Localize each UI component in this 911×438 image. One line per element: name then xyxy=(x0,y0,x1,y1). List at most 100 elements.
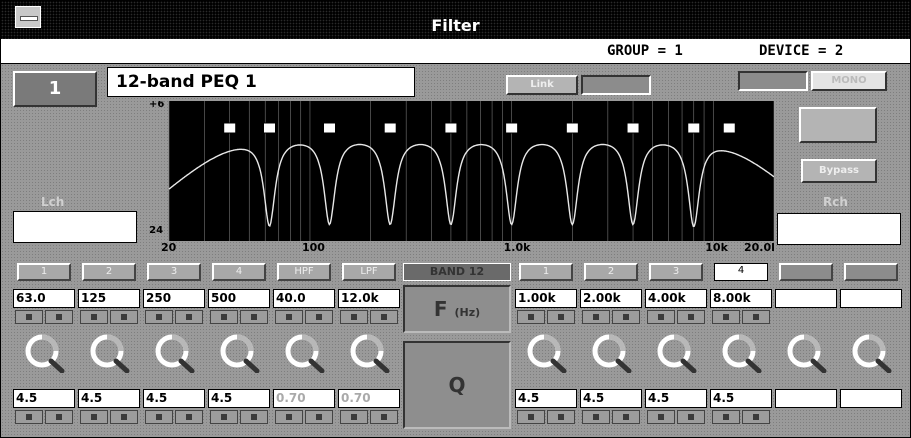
band-marker[interactable] xyxy=(323,122,337,134)
band-select-button[interactable]: 1 xyxy=(17,263,71,281)
q-knob[interactable] xyxy=(588,331,634,374)
q-field[interactable]: 4.5 xyxy=(580,389,642,408)
band-select-button[interactable]: 2 xyxy=(82,263,136,281)
band-marker[interactable] xyxy=(223,122,237,134)
frequency-symbol: F xyxy=(433,297,448,321)
link-button[interactable]: Link xyxy=(506,75,578,95)
left-band-cell: LPF 12.0k 0.70 xyxy=(338,263,400,429)
q-field[interactable] xyxy=(840,389,902,408)
band-select-button[interactable]: 3 xyxy=(649,263,703,281)
frequency-stepper[interactable] xyxy=(78,310,140,324)
frequency-field[interactable]: 500 xyxy=(208,289,270,308)
band-marker[interactable] xyxy=(722,122,736,134)
left-channel-label: Lch xyxy=(41,195,65,209)
q-stepper[interactable] xyxy=(515,410,577,424)
frequency-field[interactable]: 2.00k xyxy=(580,289,642,308)
mono-button[interactable]: MONO xyxy=(811,71,887,91)
frequency-field[interactable]: 4.00k xyxy=(645,289,707,308)
window-title: Filter xyxy=(431,16,480,35)
frequency-stepper[interactable] xyxy=(645,310,707,324)
frequency-stepper[interactable] xyxy=(13,310,75,324)
q-field[interactable]: 4.5 xyxy=(143,389,205,408)
band-select-button[interactable]: 2 xyxy=(584,263,638,281)
band-marker[interactable] xyxy=(444,122,458,134)
band-select-button[interactable] xyxy=(844,263,898,281)
link-toggle-indicator[interactable] xyxy=(581,75,651,95)
q-stepper[interactable] xyxy=(273,410,335,424)
band-marker[interactable] xyxy=(565,122,579,134)
band-marker[interactable] xyxy=(687,122,701,134)
preset-name-field[interactable]: 12-band PEQ 1 xyxy=(107,67,415,97)
frequency-field[interactable]: 63.0 xyxy=(13,289,75,308)
q-field[interactable]: 4.5 xyxy=(515,389,577,408)
frequency-field[interactable]: 12.0k xyxy=(338,289,400,308)
band-select-button[interactable] xyxy=(779,263,833,281)
frequency-unit: (Hz) xyxy=(454,306,481,319)
q-knob[interactable] xyxy=(848,331,894,374)
q-knob[interactable] xyxy=(653,331,699,374)
title-bar: Filter xyxy=(1,1,910,39)
q-knob[interactable] xyxy=(216,331,262,374)
band-marker[interactable] xyxy=(626,122,640,134)
bypass-button[interactable]: Bypass xyxy=(801,159,877,183)
band-marker[interactable] xyxy=(383,122,397,134)
q-field[interactable]: 4.5 xyxy=(78,389,140,408)
q-knob[interactable] xyxy=(718,331,764,374)
band-marker[interactable] xyxy=(262,122,276,134)
stereo-toggle[interactable] xyxy=(738,71,808,91)
q-knob[interactable] xyxy=(281,331,327,374)
q-field[interactable]: 0.70 xyxy=(273,389,335,408)
band-select-button[interactable]: 1 xyxy=(519,263,573,281)
q-knob[interactable] xyxy=(86,331,132,374)
frequency-stepper[interactable] xyxy=(143,310,205,324)
frequency-field[interactable] xyxy=(840,289,902,308)
q-stepper[interactable] xyxy=(13,410,75,424)
q-stepper[interactable] xyxy=(208,410,270,424)
device-readout: DEVICE = 2 xyxy=(759,43,844,59)
eq-response-graph[interactable]: +6 -24 20 100 1.0k 10k 20.0k xyxy=(149,101,774,251)
q-knob[interactable] xyxy=(523,331,569,374)
q-stepper[interactable] xyxy=(580,410,642,424)
band-select-button[interactable]: LPF xyxy=(342,263,396,281)
band-select-button[interactable]: 4 xyxy=(212,263,266,281)
right-band-cell xyxy=(840,263,902,429)
q-field[interactable]: 4.5 xyxy=(710,389,772,408)
q-knob[interactable] xyxy=(783,331,829,374)
group-readout: GROUP = 1 xyxy=(607,43,683,59)
band-select-button[interactable]: 3 xyxy=(147,263,201,281)
band-select-button[interactable]: HPF xyxy=(277,263,331,281)
frequency-header: F (Hz) xyxy=(403,285,511,333)
frequency-field[interactable]: 1.00k xyxy=(515,289,577,308)
q-stepper[interactable] xyxy=(710,410,772,424)
q-knob[interactable] xyxy=(21,331,67,374)
frequency-stepper[interactable] xyxy=(273,310,335,324)
q-stepper[interactable] xyxy=(645,410,707,424)
band-select-button[interactable]: 4 xyxy=(714,263,768,281)
q-knob[interactable] xyxy=(346,331,392,374)
frequency-field[interactable]: 8.00k xyxy=(710,289,772,308)
q-field[interactable]: 4.5 xyxy=(208,389,270,408)
right-band-cell: 4 8.00k 4.5 xyxy=(710,263,772,429)
frequency-field[interactable]: 125 xyxy=(78,289,140,308)
frequency-stepper[interactable] xyxy=(710,310,772,324)
frequency-field[interactable] xyxy=(775,289,837,308)
q-stepper[interactable] xyxy=(143,410,205,424)
frequency-stepper[interactable] xyxy=(208,310,270,324)
q-field[interactable]: 0.70 xyxy=(338,389,400,408)
q-stepper[interactable] xyxy=(338,410,400,424)
y-axis-top-label: +6 xyxy=(149,101,164,110)
frequency-field[interactable]: 250 xyxy=(143,289,205,308)
band-marker[interactable] xyxy=(505,122,519,134)
frequency-stepper[interactable] xyxy=(338,310,400,324)
frequency-stepper[interactable] xyxy=(515,310,577,324)
left-band-cell: 2 125 4.5 xyxy=(78,263,140,429)
frequency-stepper[interactable] xyxy=(580,310,642,324)
q-stepper[interactable] xyxy=(78,410,140,424)
x-tick-label: 10k xyxy=(705,241,728,251)
compare-button[interactable] xyxy=(799,107,877,143)
q-field[interactable] xyxy=(775,389,837,408)
frequency-field[interactable]: 40.0 xyxy=(273,289,335,308)
q-field[interactable]: 4.5 xyxy=(13,389,75,408)
q-knob[interactable] xyxy=(151,331,197,374)
q-field[interactable]: 4.5 xyxy=(645,389,707,408)
